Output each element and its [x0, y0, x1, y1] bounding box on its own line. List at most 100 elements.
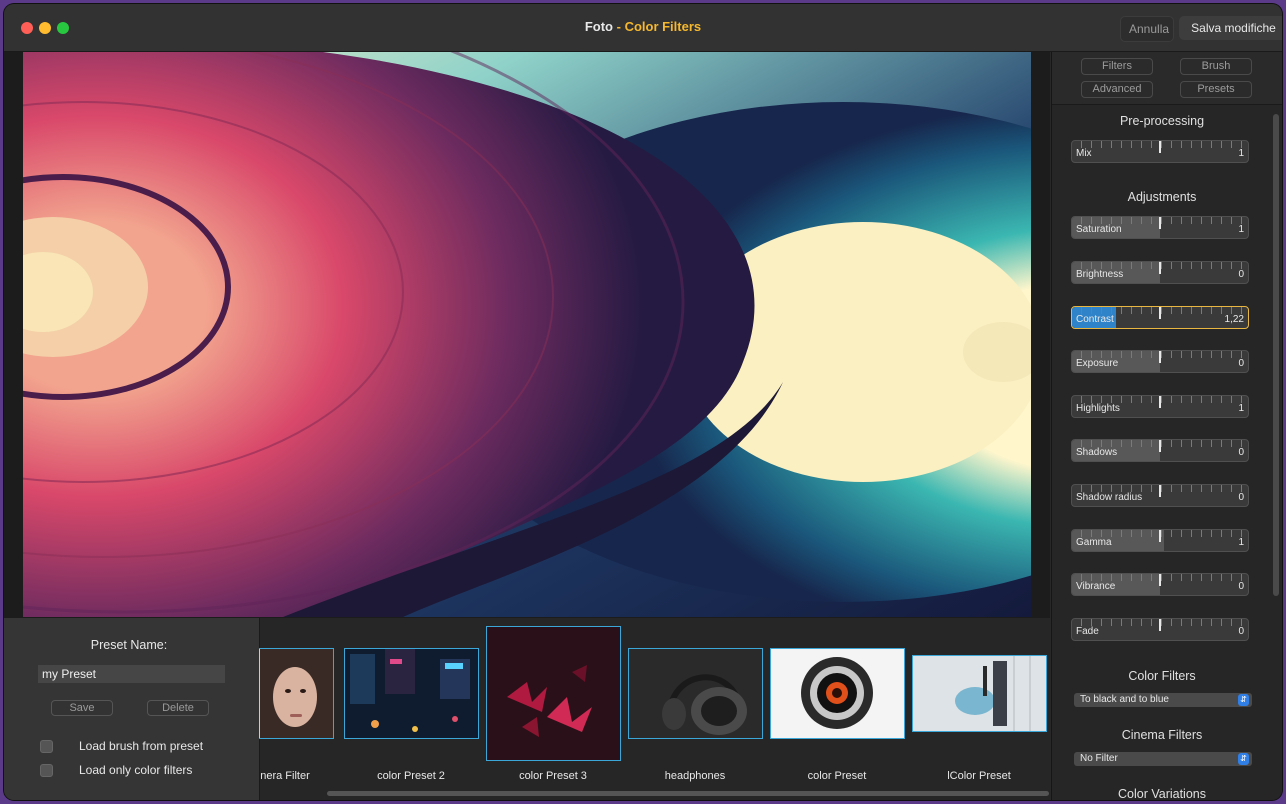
horizontal-scrollbar[interactable]	[327, 791, 1049, 796]
slider-label: Shadow radius	[1076, 492, 1143, 503]
slider-value: 0	[1238, 269, 1244, 280]
load-color-filters-checkbox[interactable]	[40, 764, 53, 777]
lens-thumbnail-image	[771, 649, 904, 738]
slider-value: 1	[1238, 403, 1244, 414]
preset-editor: Preset Name: my Preset Save Delete Load …	[4, 618, 260, 800]
preset-thumbnail-selected[interactable]	[486, 626, 621, 761]
cinema-filter-select[interactable]: No Filter ⇵	[1074, 752, 1252, 766]
slider-center-mark	[1159, 619, 1161, 631]
title-bar: Foto - Color Filters Annulla Salva modif…	[4, 4, 1282, 52]
cinema-filter-value: No Filter	[1080, 753, 1118, 764]
panel-scroll-area[interactable]: Pre-processing Adjustments Mix 1 Saturatio…	[1052, 106, 1282, 800]
section-preprocessing: Pre-processing	[1119, 114, 1205, 128]
slider-shadow-radius[interactable]: Shadow radius 0	[1071, 484, 1249, 507]
tab-advanced[interactable]: Advanced	[1081, 81, 1153, 98]
slider-contrast[interactable]: Contrast 1,22	[1071, 306, 1249, 329]
slider-value: 0	[1238, 447, 1244, 458]
slider-brightness[interactable]: Brightness 0	[1071, 261, 1249, 284]
thumbnail-label: color Preset 3	[519, 770, 587, 782]
slider-center-mark	[1159, 530, 1161, 542]
slider-gamma[interactable]: Gamma 1	[1071, 529, 1249, 552]
preset-name-label: Preset Name:	[90, 638, 168, 652]
slider-exposure[interactable]: Exposure 0	[1071, 350, 1249, 373]
slider-fade[interactable]: Fade 0	[1071, 618, 1249, 641]
bottom-panel: Preset Name: my Preset Save Delete Load …	[4, 618, 1050, 800]
cancel-button[interactable]: Annulla	[1120, 16, 1174, 42]
save-preset-button[interactable]: Save	[51, 700, 113, 716]
section-color-variations: Color Variations	[1117, 787, 1206, 800]
section-cinema-filters: Cinema Filters	[1121, 728, 1203, 742]
section-adjustments: Adjustments	[1127, 190, 1197, 204]
thumbnail-label: color Preset	[807, 770, 867, 782]
slider-value: 0	[1238, 358, 1244, 369]
select-arrows-icon: ⇵	[1238, 694, 1249, 706]
slider-center-mark	[1159, 217, 1161, 229]
slider-label: Contrast	[1076, 314, 1114, 325]
slider-value: 1	[1238, 537, 1244, 548]
thumbnail-label: color Preset 2	[377, 770, 445, 782]
tab-brush[interactable]: Brush	[1180, 58, 1252, 75]
preset-thumbnail[interactable]	[259, 648, 334, 739]
app-window: Foto - Color Filters Annulla Salva modif…	[4, 4, 1282, 800]
slider-value: 1,22	[1224, 314, 1244, 325]
load-brush-label: Load brush from preset	[79, 739, 204, 753]
city-thumbnail-image	[345, 649, 478, 738]
title-app: Foto	[584, 19, 613, 34]
load-color-filters-label: Load only color filters	[79, 763, 193, 777]
preset-thumbnail[interactable]	[912, 655, 1047, 732]
save-changes-button[interactable]: Salva modifiche	[1179, 16, 1282, 40]
slider-mix[interactable]: Mix 1	[1071, 140, 1249, 163]
slider-label: Highlights	[1076, 403, 1120, 414]
color-filter-select[interactable]: To black and to blue ⇵	[1074, 693, 1252, 707]
slider-center-mark	[1159, 307, 1161, 319]
edited-photo	[23, 52, 1031, 617]
slider-label: Vibrance	[1076, 581, 1116, 592]
slider-value: 0	[1238, 581, 1244, 592]
slider-label: Saturation	[1076, 224, 1122, 235]
vinyl-record-image	[23, 52, 1031, 617]
delete-preset-button[interactable]: Delete	[147, 700, 209, 716]
slider-center-mark	[1159, 141, 1161, 153]
color-filter-value: To black and to blue	[1080, 694, 1169, 705]
slider-saturation[interactable]: Saturation 1	[1071, 216, 1249, 239]
tab-presets[interactable]: Presets	[1180, 81, 1252, 98]
slider-center-mark	[1159, 485, 1161, 497]
slider-label: Mix	[1076, 148, 1092, 159]
slider-label: Brightness	[1076, 269, 1124, 280]
slider-center-mark	[1159, 574, 1161, 586]
tab-filters[interactable]: Filters	[1081, 58, 1153, 75]
slider-vibrance[interactable]: Vibrance 0	[1071, 573, 1249, 596]
slider-highlights[interactable]: Highlights 1	[1071, 395, 1249, 418]
leaves-thumbnail-image	[487, 627, 620, 760]
window-title: Foto - Color Filters	[4, 19, 1282, 34]
thumbnail-label: headphones	[664, 770, 726, 782]
adjustments-panel: Filters Brush Advanced Presets Pre-proce…	[1051, 52, 1282, 800]
slider-label: Shadows	[1076, 447, 1118, 458]
panel-tabs: Filters Brush Advanced Presets	[1052, 52, 1282, 105]
slider-center-mark	[1159, 351, 1161, 363]
select-arrows-icon: ⇵	[1238, 753, 1249, 765]
title-separator: -	[613, 19, 625, 34]
preset-thumbnail[interactable]	[628, 648, 763, 739]
vertical-scrollbar[interactable]	[1273, 114, 1279, 596]
title-section: Color Filters	[624, 19, 702, 34]
slider-shadows[interactable]: Shadows 0	[1071, 439, 1249, 462]
slider-value: 0	[1238, 626, 1244, 637]
slider-value: 1	[1238, 224, 1244, 235]
preset-thumbnail[interactable]	[344, 648, 479, 739]
slider-label: Fade	[1076, 626, 1099, 637]
preset-thumbnail[interactable]	[770, 648, 905, 739]
photo-canvas	[4, 52, 1050, 618]
slider-center-mark	[1159, 396, 1161, 408]
preset-name-input[interactable]: my Preset	[38, 665, 225, 683]
slider-value: 1	[1238, 148, 1244, 159]
slider-label: Exposure	[1076, 358, 1119, 369]
section-color-filters: Color Filters	[1128, 669, 1196, 683]
preset-thumbnail-strip: nera Filter color Preset 2 color Preset …	[259, 618, 1050, 800]
load-brush-checkbox[interactable]	[40, 740, 53, 753]
slider-center-mark	[1159, 262, 1161, 274]
headphones-thumbnail-image	[629, 649, 762, 738]
guitar-thumbnail-image	[913, 656, 1046, 731]
thumbnail-label: lColor Preset	[947, 770, 1011, 782]
slider-value: 0	[1238, 492, 1244, 503]
